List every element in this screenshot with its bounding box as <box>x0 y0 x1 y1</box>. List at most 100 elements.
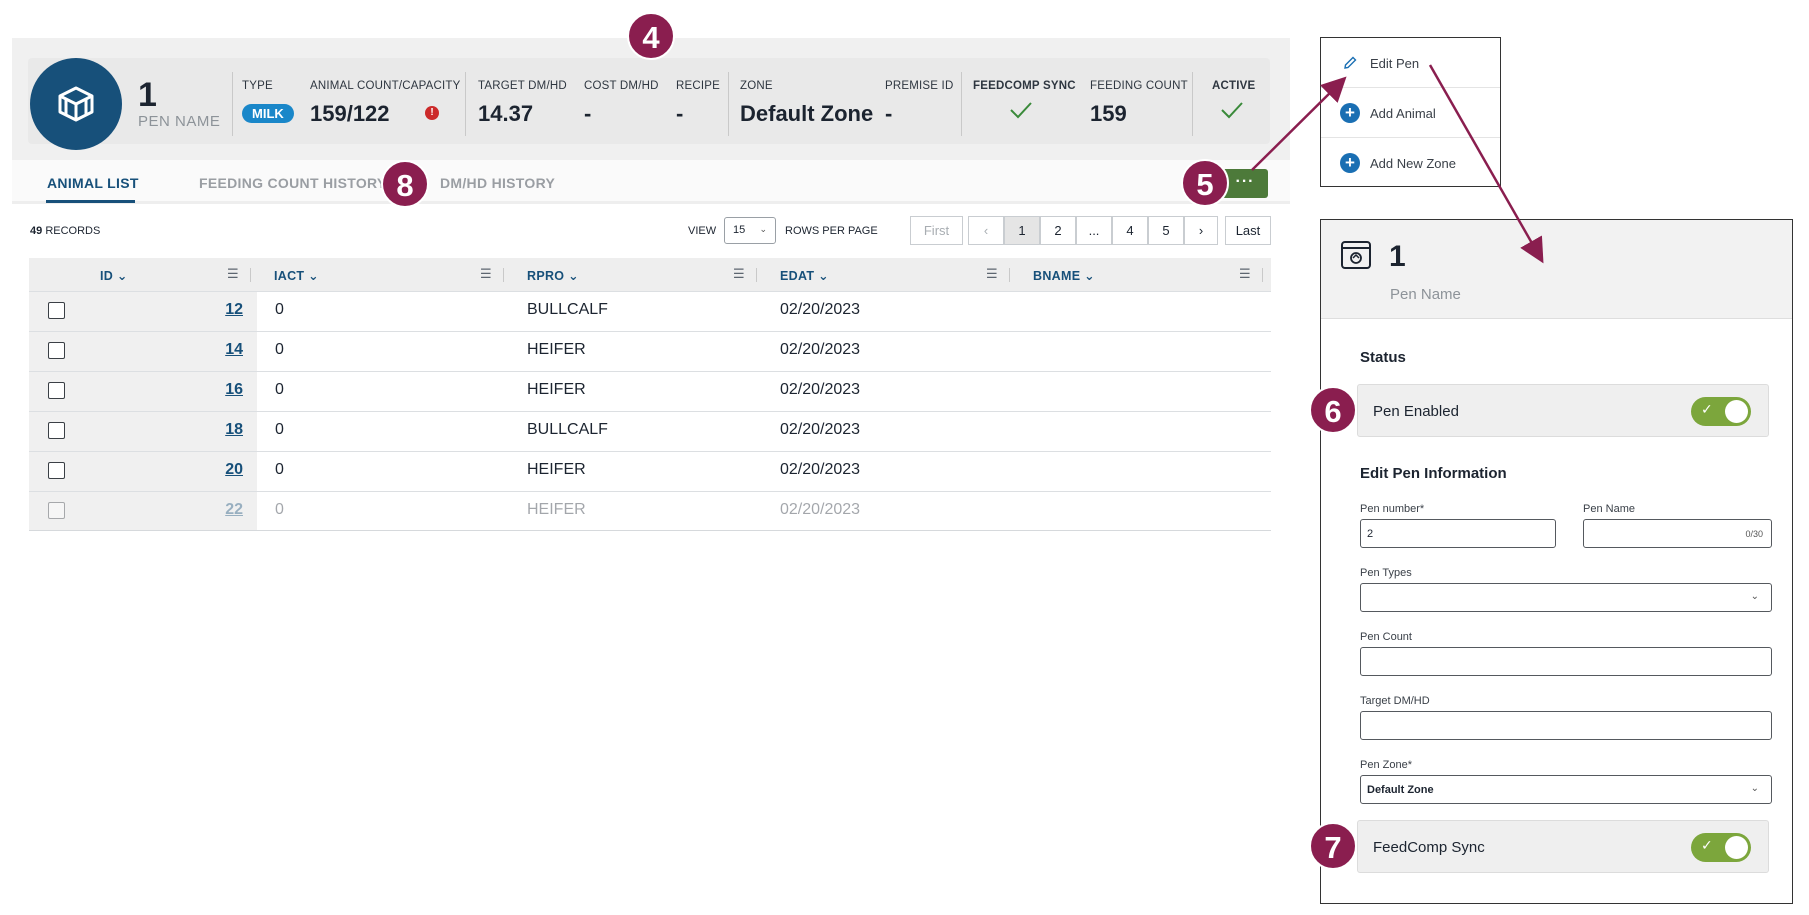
animal-count-value: 159/122 <box>310 101 390 126</box>
pagination-page-2[interactable]: 2 <box>1040 216 1076 245</box>
target-dmhd-value: 14.37 <box>478 101 534 126</box>
feedcomp-check-icon <box>1010 102 1032 119</box>
cost-dmhd-label: COST DM/HD <box>584 80 659 92</box>
table-cell-id[interactable]: 12 <box>203 301 243 319</box>
view-label: VIEW <box>688 225 717 237</box>
table-cell-iact: 0 <box>275 461 284 478</box>
zone-label: ZONE <box>740 80 773 92</box>
tab-feeding-count-history[interactable]: FEEDING COUNT HISTORY <box>199 175 387 191</box>
table-cell-rpro: HEIFER <box>527 501 586 518</box>
menu-item-add-animal[interactable]: + Add Animal <box>1320 88 1501 138</box>
table-cell-id[interactable]: 18 <box>203 421 243 439</box>
pagination-page-1[interactable]: 1 <box>1004 216 1040 245</box>
warning-icon[interactable]: ! <box>425 106 439 120</box>
target-dmhd-input[interactable] <box>1360 711 1772 740</box>
table-cell-id[interactable]: 14 <box>203 341 243 359</box>
row-divider <box>29 451 1271 452</box>
active-label: ACTIVE <box>1212 80 1256 92</box>
pen-enabled-label: Pen Enabled <box>1373 403 1459 420</box>
pen-number-value: 2 <box>1367 528 1374 540</box>
row-checkbox[interactable] <box>48 302 65 319</box>
recipe-value: - <box>676 101 684 126</box>
pen-count-input[interactable] <box>1360 647 1772 676</box>
records-count: 49 RECORDS <box>30 225 100 237</box>
plus-circle-icon: + <box>1340 103 1360 123</box>
cost-dmhd-value: - <box>584 101 592 126</box>
plus-circle-icon: + <box>1340 153 1360 173</box>
column-separator <box>1009 268 1010 282</box>
col-header-id[interactable]: ID ⌄ <box>100 268 128 283</box>
pencil-icon <box>1344 56 1357 69</box>
animal-count-label: ANIMAL COUNT/CAPACITY <box>310 80 461 92</box>
pagination-page-5[interactable]: 5 <box>1148 216 1184 245</box>
column-separator <box>756 268 757 282</box>
divider <box>728 72 729 136</box>
active-tab-indicator <box>46 200 135 203</box>
pen-enabled-toggle[interactable]: ✓ <box>1691 397 1751 426</box>
col-header-iact[interactable]: IACT ⌄ <box>274 268 319 283</box>
pagination-prev[interactable]: ‹ <box>968 216 1004 245</box>
table-cell-id[interactable]: 22 <box>203 501 243 519</box>
pen-name-field-label: Pen Name <box>1583 503 1635 515</box>
table-cell-rpro: BULLCALF <box>527 421 608 438</box>
pagination-page-4[interactable]: 4 <box>1112 216 1148 245</box>
column-menu-icon[interactable]: ☰ <box>1239 266 1251 282</box>
annotation-6: 6 <box>1309 386 1357 434</box>
panel-pen-number: 1 <box>1389 240 1406 273</box>
row-divider <box>29 291 1271 292</box>
column-menu-icon[interactable]: ☰ <box>733 266 745 282</box>
table-cell-id[interactable]: 20 <box>203 461 243 479</box>
annotation-8: 8 <box>381 160 429 208</box>
column-menu-icon[interactable]: ☰ <box>986 266 998 282</box>
menu-item-add-new-zone[interactable]: + Add New Zone <box>1320 138 1501 188</box>
check-icon: ✓ <box>1701 401 1713 417</box>
table-cell-id[interactable]: 16 <box>203 381 243 399</box>
rows-per-page-label: ROWS PER PAGE <box>785 225 878 237</box>
rows-per-page-select[interactable]: 15 ⌄ <box>724 217 776 244</box>
menu-label-add-animal: Add Animal <box>1370 106 1436 121</box>
pagination-next[interactable]: › <box>1184 216 1218 245</box>
row-checkbox[interactable] <box>48 422 65 439</box>
feed-bin-icon <box>1341 241 1371 269</box>
table-cell-rpro: HEIFER <box>527 461 586 478</box>
pagination-last[interactable]: Last <box>1225 216 1271 245</box>
pen-count-label: Pen Count <box>1360 631 1412 643</box>
chevron-down-icon: ⌄ <box>759 224 767 234</box>
char-counter: 0/30 <box>1745 529 1763 539</box>
pen-types-select[interactable]: ⌄ <box>1360 583 1772 612</box>
col-header-bname[interactable]: BNAME ⌄ <box>1033 268 1095 283</box>
pen-name-input[interactable]: 0/30 <box>1583 519 1772 548</box>
pen-icon <box>30 58 122 150</box>
menu-item-edit-pen[interactable]: Edit Pen <box>1320 38 1501 88</box>
recipe-label: RECIPE <box>676 80 721 92</box>
pen-number-input[interactable]: 2 <box>1360 519 1556 548</box>
feedcomp-sync-toggle[interactable]: ✓ <box>1691 833 1751 862</box>
type-label: TYPE <box>242 80 273 92</box>
pen-types-label: Pen Types <box>1360 567 1412 579</box>
pen-zone-value: Default Zone <box>1367 784 1434 796</box>
table-cell-rpro: HEIFER <box>527 341 586 358</box>
column-menu-icon[interactable]: ☰ <box>480 266 492 282</box>
col-header-rpro[interactable]: RPRO ⌄ <box>527 268 579 283</box>
menu-label-add-new-zone: Add New Zone <box>1370 156 1456 171</box>
table-cell-iact: 0 <box>275 301 284 318</box>
row-checkbox[interactable] <box>48 342 65 359</box>
table-cell-edat: 02/20/2023 <box>780 381 861 398</box>
row-checkbox[interactable] <box>48 502 65 519</box>
pagination-first[interactable]: First <box>910 216 963 245</box>
column-menu-icon[interactable]: ☰ <box>227 266 239 282</box>
toggle-knob <box>1725 400 1748 423</box>
row-checkbox[interactable] <box>48 382 65 399</box>
annotation-4: 4 <box>627 12 675 60</box>
table-cell-edat: 02/20/2023 <box>780 301 861 318</box>
pen-zone-select[interactable]: Default Zone ⌄ <box>1360 775 1772 804</box>
col-header-edat[interactable]: EDAT ⌄ <box>780 268 829 283</box>
row-checkbox[interactable] <box>48 462 65 479</box>
pen-enabled-row: Pen Enabled ✓ <box>1357 384 1769 437</box>
menu-label-edit-pen: Edit Pen <box>1370 56 1420 71</box>
pen-header-inner <box>28 58 1270 144</box>
table-cell-iact: 0 <box>275 501 284 518</box>
tab-animal-list[interactable]: ANIMAL LIST <box>47 175 139 191</box>
tab-dmhd-history[interactable]: DM/HD HISTORY <box>440 175 555 191</box>
pen-fence-icon <box>58 86 94 122</box>
